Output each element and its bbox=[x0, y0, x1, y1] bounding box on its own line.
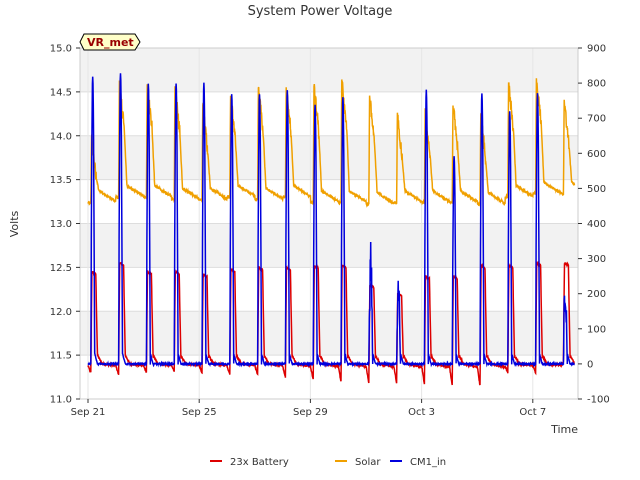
y2-tick-label: 300 bbox=[587, 254, 606, 265]
x-tick-label: Sep 25 bbox=[182, 407, 217, 418]
y2-tick-label: 400 bbox=[587, 219, 606, 230]
annotation-text: VR_met bbox=[87, 36, 134, 49]
y2-tick-label: 100 bbox=[587, 324, 606, 335]
y-tick-label: 12.0 bbox=[50, 307, 72, 318]
y-tick-label: 13.5 bbox=[50, 175, 72, 186]
y-tick-label: 14.0 bbox=[50, 131, 72, 142]
chart-title: System Power Voltage bbox=[248, 4, 393, 19]
legend-label: CM1_in bbox=[410, 457, 446, 468]
grid-band bbox=[80, 48, 578, 92]
x-tick-label: Sep 29 bbox=[293, 407, 328, 418]
y2-tick-label: -100 bbox=[587, 395, 610, 406]
y2-tick-label: 200 bbox=[587, 289, 606, 300]
legend-label: Solar bbox=[355, 457, 381, 468]
y2-tick-label: 700 bbox=[587, 114, 606, 125]
y2-tick-label: 0 bbox=[587, 359, 593, 370]
y-tick-label: 11.5 bbox=[50, 351, 72, 362]
x-tick-label: Oct 3 bbox=[408, 407, 435, 418]
x-tick-label: Sep 21 bbox=[71, 407, 106, 418]
x-axis-label: Time bbox=[550, 423, 578, 436]
annotation-box: VR_met bbox=[79, 33, 141, 51]
y-axis-label: Volts bbox=[8, 210, 21, 237]
y-tick-label: 13.0 bbox=[50, 219, 72, 230]
y2-tick-label: 500 bbox=[587, 184, 606, 195]
y-tick-label: 11.0 bbox=[50, 395, 72, 406]
y2-tick-label: 800 bbox=[587, 79, 606, 90]
y2-tick-label: 600 bbox=[587, 149, 606, 160]
x-tick-label: Oct 7 bbox=[519, 407, 546, 418]
y-tick-label: 14.5 bbox=[50, 87, 72, 98]
grid-band bbox=[80, 223, 578, 268]
grid-band bbox=[80, 311, 578, 356]
y-tick-label: 15.0 bbox=[50, 44, 72, 55]
y2-tick-label: 900 bbox=[587, 44, 606, 55]
legend-label: 23x Battery bbox=[230, 457, 289, 468]
y-tick-label: 12.5 bbox=[50, 263, 72, 274]
chart: 11.0 11.5 12.0 12.5 13.0 13.5 14.0 14.5 15.0 -10… bbox=[0, 0, 640, 480]
